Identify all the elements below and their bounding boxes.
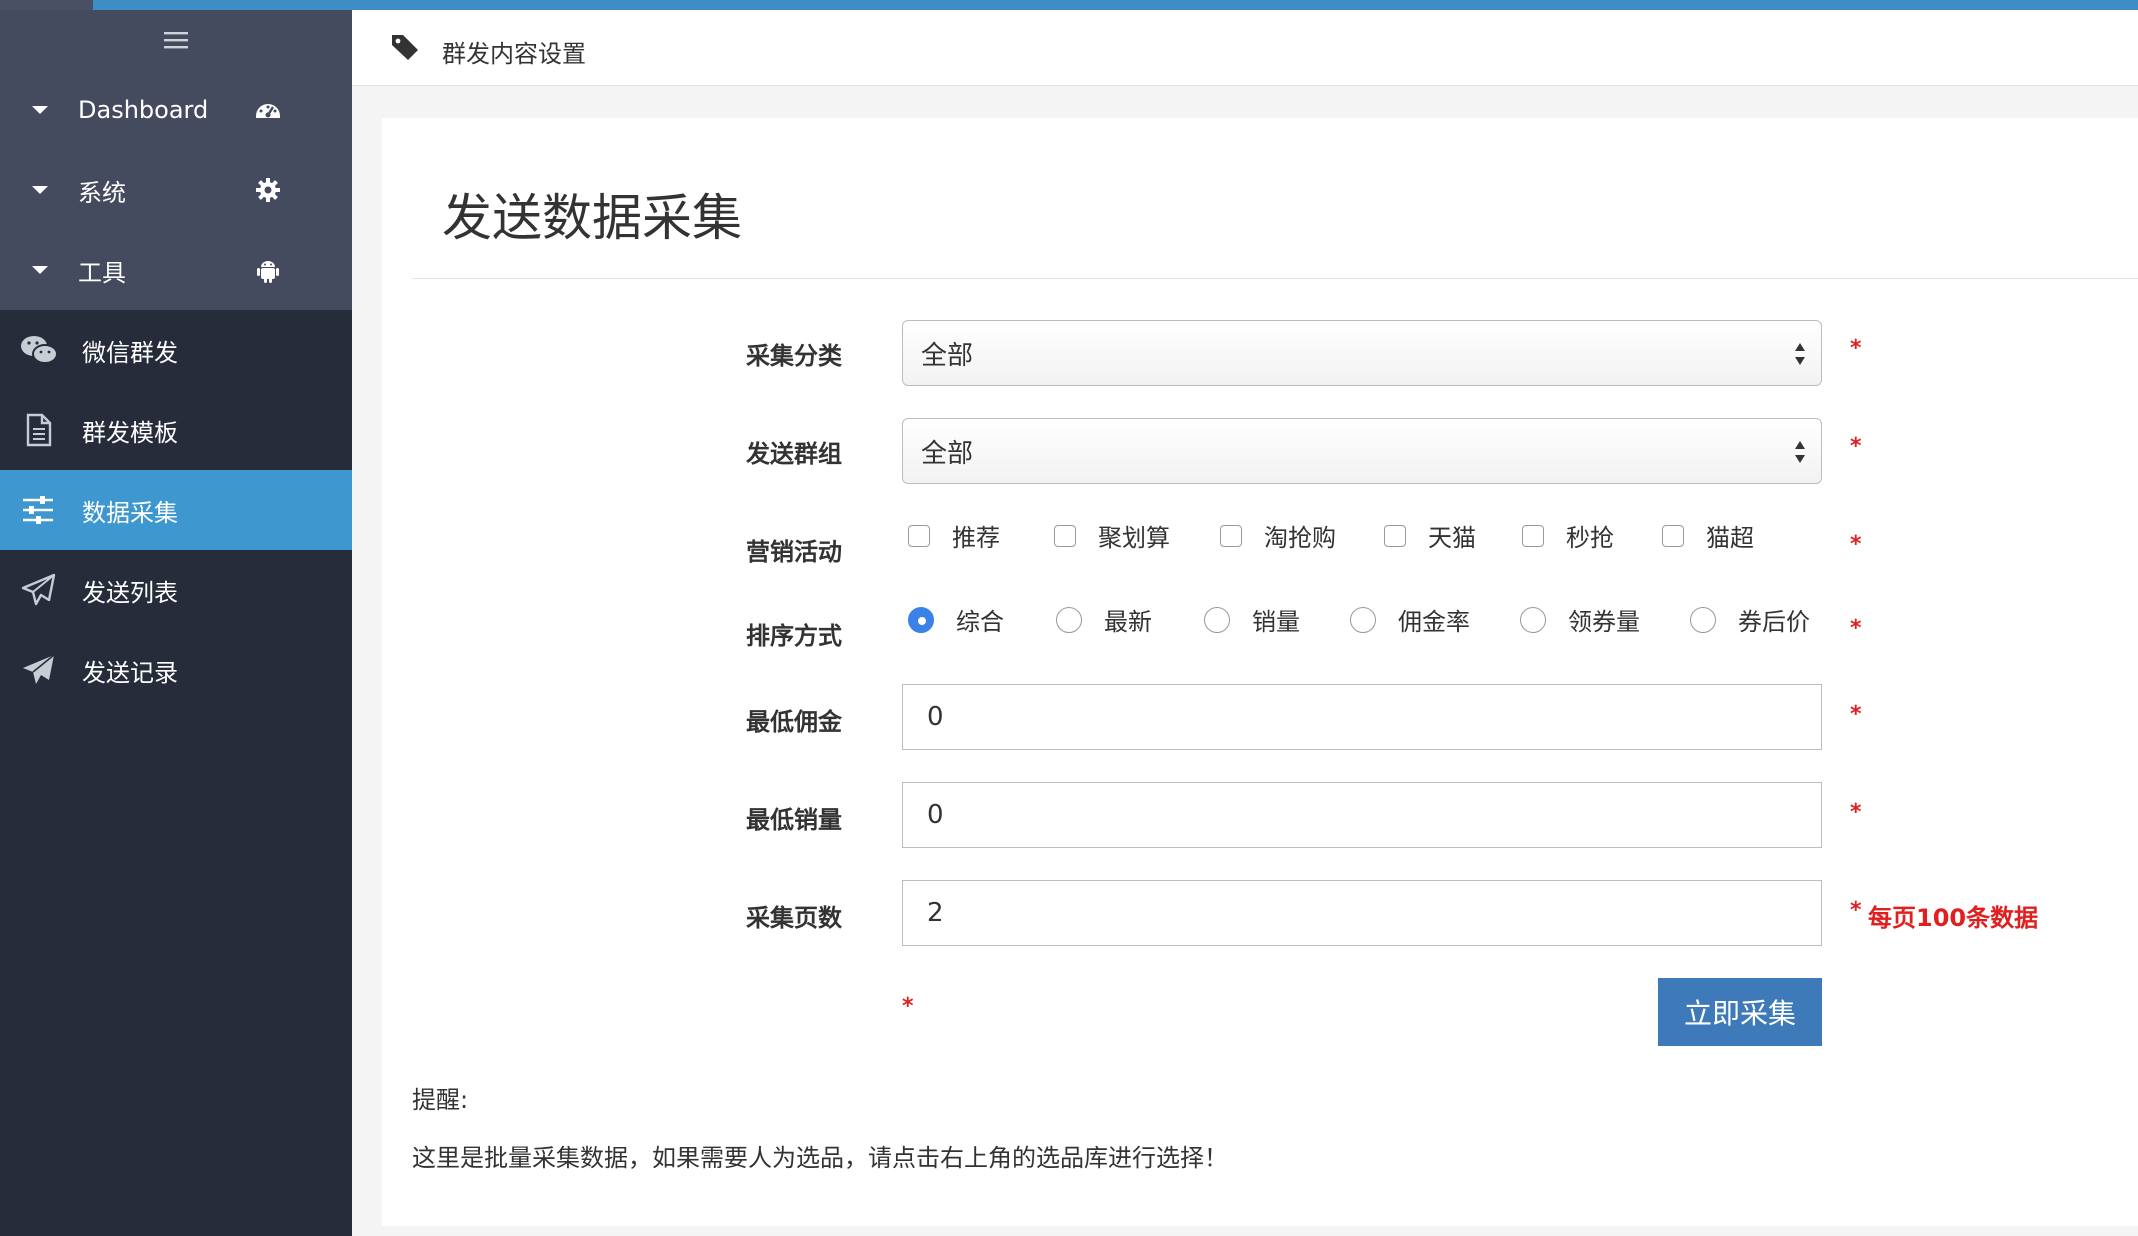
caret-down-icon [32, 106, 48, 114]
caret-down-icon [32, 186, 48, 194]
checkbox-tmall-supermarket[interactable] [1662, 524, 1684, 547]
checkbox-juhuasuan[interactable] [1054, 524, 1076, 547]
checkbox-taoqianggou[interactable] [1220, 524, 1242, 547]
required-mark: * [1850, 898, 1862, 923]
gear-icon [256, 178, 280, 202]
sidebar-group-label: 工具 [78, 258, 126, 287]
breadcrumb-text: 群发内容设置 [442, 40, 586, 68]
min-commission-label: 最低佣金 [746, 708, 842, 736]
file-icon [26, 413, 52, 447]
radio-label: 券后价 [1738, 608, 1810, 636]
min-commission-input[interactable]: 0 [902, 684, 1822, 750]
checkbox-flash-sale[interactable] [1522, 524, 1544, 547]
radio-label: 销量 [1252, 608, 1300, 636]
sidebar-group-label: Dashboard [78, 96, 209, 124]
category-select[interactable]: 全部 [902, 320, 1822, 386]
sort-label: 排序方式 [746, 622, 842, 650]
min-sales-label: 最低销量 [746, 806, 842, 834]
required-mark: * [902, 994, 914, 1019]
breadcrumb: 群发内容设置 [352, 10, 2138, 86]
checkbox-label: 聚划算 [1098, 524, 1170, 552]
sidebar-item-broadcast-template[interactable]: 群发模板 [0, 390, 352, 470]
sidebar-item-label: 微信群发 [82, 338, 178, 367]
pages-input[interactable]: 2 [902, 880, 1822, 946]
radio-newest[interactable] [1056, 606, 1082, 633]
sidebar: Dashboard 系统 工具 微信群发 群发模板 数据采集 发送列表 发送记录 [0, 10, 352, 1236]
sidebar-group-tools[interactable]: 工具 [0, 230, 352, 310]
required-mark: * [1850, 336, 1862, 361]
category-label: 采集分类 [746, 342, 842, 370]
required-mark: * [1850, 616, 1862, 641]
pages-label: 采集页数 [746, 904, 842, 932]
radio-comprehensive[interactable] [908, 606, 934, 633]
note-title: 提醒: [412, 1086, 469, 1114]
caret-down-icon [32, 266, 48, 274]
sidebar-item-wechat-broadcast[interactable]: 微信群发 [0, 310, 352, 390]
sidebar-item-send-list[interactable]: 发送列表 [0, 550, 352, 630]
sidebar-item-label: 发送记录 [82, 658, 178, 687]
sidebar-item-data-collection[interactable]: 数据采集 [0, 470, 352, 550]
radio-label: 最新 [1104, 608, 1152, 636]
select-arrows-icon [1795, 441, 1805, 463]
min-sales-value: 0 [927, 800, 944, 830]
paper-plane-outline-icon [21, 573, 56, 606]
required-mark: * [1850, 434, 1862, 459]
checkbox-label: 淘抢购 [1264, 524, 1336, 552]
sidebar-item-send-records[interactable]: 发送记录 [0, 630, 352, 710]
checkbox-label: 推荐 [952, 524, 1000, 552]
radio-label: 领券量 [1568, 608, 1640, 636]
android-icon [257, 261, 279, 283]
checkbox-label: 猫超 [1706, 524, 1754, 552]
wechat-icon [21, 336, 58, 364]
collect-now-button[interactable]: 立即采集 [1658, 978, 1822, 1046]
radio-coupon-count[interactable] [1520, 606, 1546, 633]
min-commission-value: 0 [927, 702, 944, 732]
select-arrows-icon [1795, 343, 1805, 365]
activity-label: 营销活动 [746, 538, 842, 566]
category-select-value: 全部 [921, 340, 974, 371]
sidebar-group-system[interactable]: 系统 [0, 150, 352, 230]
checkbox-recommend[interactable] [908, 524, 930, 547]
required-mark: * [1850, 532, 1862, 557]
radio-sales[interactable] [1204, 606, 1230, 633]
activity-checkbox-group: 推荐 聚划算 淘抢购 天猫 秒抢 猫超 [902, 518, 1754, 553]
required-mark: * [1850, 800, 1862, 825]
checkbox-label: 天猫 [1428, 524, 1476, 552]
radio-label: 综合 [956, 608, 1004, 636]
form-card: 发送数据采集 采集分类 全部 * 发送群组 全部 * 营销活动 推荐 聚划算 淘… [382, 118, 2138, 1226]
title-divider [412, 278, 2138, 279]
page-title: 发送数据采集 [442, 189, 742, 247]
note-text: 这里是批量采集数据，如果需要人为选品，请点击右上角的选品库进行选择！ [412, 1144, 1228, 1172]
paper-plane-icon [23, 654, 55, 684]
pages-value: 2 [927, 898, 944, 928]
tag-icon [392, 35, 418, 60]
sliders-icon [23, 496, 53, 524]
radio-commission-rate[interactable] [1350, 606, 1376, 633]
sidebar-item-label: 群发模板 [82, 418, 178, 447]
sidebar-group-label: 系统 [78, 178, 126, 207]
top-accent-bar-left [0, 0, 93, 10]
min-sales-input[interactable]: 0 [902, 782, 1822, 848]
hamburger-icon [164, 32, 188, 49]
sidebar-item-label: 发送列表 [82, 578, 178, 607]
top-accent-bar [0, 0, 2138, 10]
dashboard-icon [256, 104, 280, 118]
checkbox-tmall[interactable] [1384, 524, 1406, 547]
radio-label: 佣金率 [1398, 608, 1470, 636]
radio-price-after-coupon[interactable] [1690, 606, 1716, 633]
sidebar-group-dashboard[interactable]: Dashboard [0, 70, 352, 150]
checkbox-label: 秒抢 [1566, 524, 1614, 552]
sort-radio-group: 综合 最新 销量 佣金率 领券量 券后价 [902, 602, 1810, 637]
menu-toggle-button[interactable] [0, 10, 352, 70]
sidebar-item-label: 数据采集 [82, 498, 178, 527]
group-label: 发送群组 [746, 440, 842, 468]
pages-hint: 每页100条数据 [1868, 904, 2039, 932]
group-select-value: 全部 [921, 438, 974, 469]
required-mark: * [1850, 702, 1862, 727]
group-select[interactable]: 全部 [902, 418, 1822, 484]
